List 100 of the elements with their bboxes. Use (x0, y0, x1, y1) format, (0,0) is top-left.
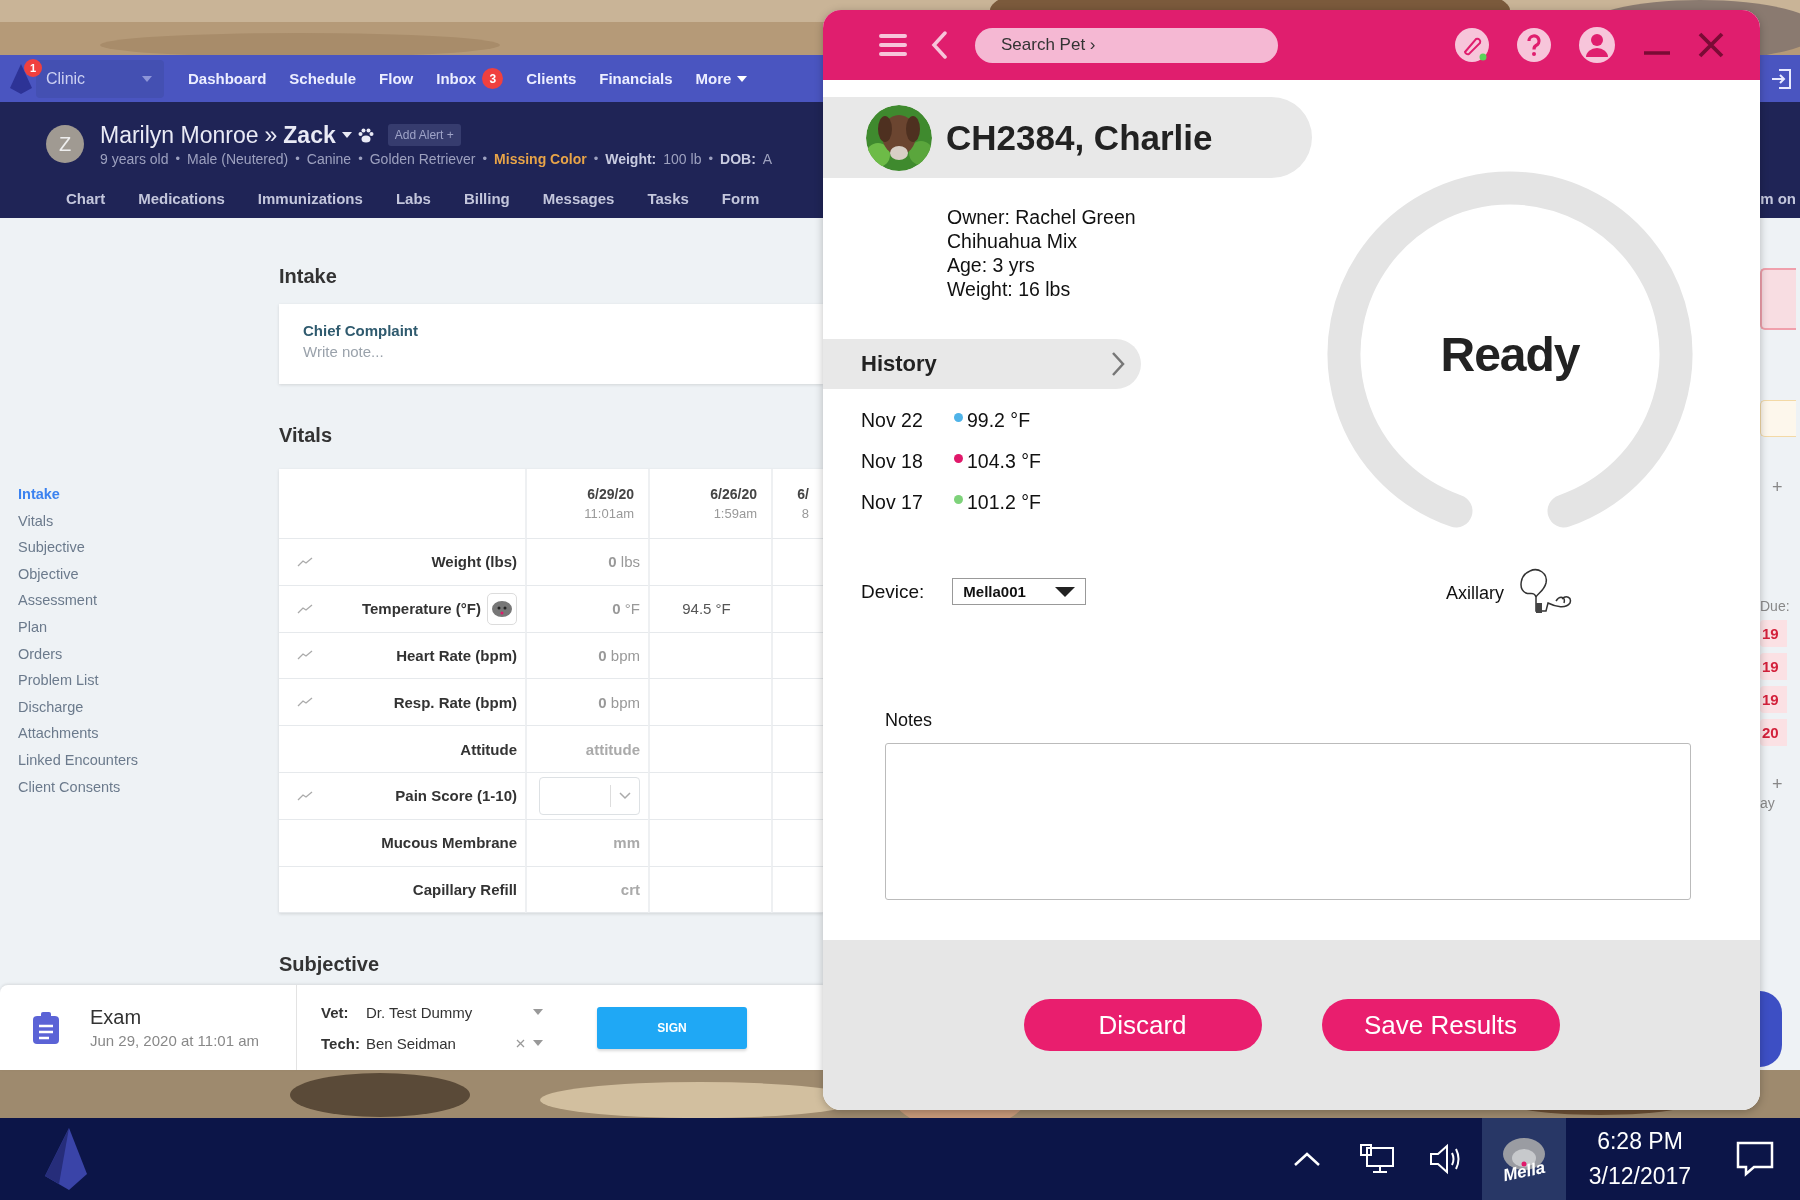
patient-detail: Golden Retriever (369, 150, 476, 167)
record-tab[interactable]: Tasks (647, 189, 689, 207)
tray-logo-text: Mella (1501, 1157, 1547, 1187)
vet-select[interactable]: Dr. Test Dummy (365, 1003, 510, 1021)
dog-face-icon (491, 599, 513, 618)
detail-label: DOB: (720, 150, 756, 167)
patient-detail: A (762, 150, 773, 167)
record-tab[interactable]: Medications (138, 189, 225, 207)
add-alert-button[interactable]: Add Alert + (387, 124, 461, 146)
vital-value: 0 bpm (598, 647, 640, 664)
caret-icon (737, 75, 748, 82)
record-tab[interactable]: Billing (463, 189, 510, 207)
section-title: Vitals (279, 424, 333, 447)
notes-field[interactable] (885, 743, 1691, 900)
caret-icon (341, 132, 352, 138)
vital-value: 0 °F (612, 600, 640, 618)
nav-link[interactable]: Financials (599, 70, 673, 87)
pet-name: CH2384, Charlie (946, 117, 1213, 158)
bullet: • (358, 151, 363, 166)
encounter-date: Jun 29, 2020 at 11:01 am (90, 1032, 259, 1049)
nav-link[interactable]: More (695, 70, 748, 87)
caret-icon (533, 1009, 543, 1015)
nav-link[interactable]: Flow (379, 70, 414, 87)
back-icon[interactable] (931, 31, 947, 59)
add-icon[interactable]: + (1772, 477, 1783, 498)
notification-badge: 1 (24, 58, 42, 77)
record-tab[interactable]: Labs (395, 189, 431, 207)
nav-link[interactable]: Clients (526, 70, 577, 87)
status-text: Ready (1440, 326, 1580, 382)
caret-icon (1055, 586, 1076, 597)
app-logo[interactable] (45, 1128, 87, 1190)
separator: » (264, 121, 278, 149)
section-link[interactable]: Client Consents (18, 773, 279, 801)
encounter-title: Exam (90, 1006, 143, 1029)
pet-info: Weight: 16 lbs (947, 277, 1072, 301)
alert-card (1760, 268, 1796, 330)
due-date: 20 (1760, 719, 1787, 746)
record-tab[interactable]: Messages (542, 189, 615, 207)
record-tab[interactable]: Chart (66, 189, 106, 207)
nav-link[interactable]: Inbox 3 (436, 68, 504, 89)
record-tab[interactable]: Immunizations (257, 189, 363, 207)
menu-icon[interactable] (879, 34, 907, 56)
clear-icon[interactable] (516, 1038, 525, 1048)
field-label: Chief Complaint (303, 322, 419, 339)
tech-select[interactable]: Ben Seidman (365, 1034, 510, 1052)
due-label: Due: (1760, 598, 1790, 614)
tech-label: Tech: (321, 1034, 360, 1052)
patient-detail: Missing Color (494, 150, 587, 167)
nav-link[interactable]: Schedule (289, 70, 357, 87)
avatar: Z (46, 125, 84, 163)
help-icon[interactable] (1516, 27, 1552, 63)
section-link[interactable]: Discharge (18, 693, 279, 721)
section-link[interactable]: Attachments (18, 720, 279, 747)
section-link[interactable]: Linked Encounters (18, 746, 279, 774)
owner-name: Marilyn Monroe (100, 121, 259, 149)
section-link[interactable]: Plan (18, 613, 279, 641)
sign-button[interactable]: SIGN (597, 1006, 747, 1049)
nav-link[interactable]: Dashboard (188, 70, 267, 87)
device-button[interactable] (487, 592, 517, 625)
vital-value: 0 lbs (608, 553, 640, 571)
bullet: • (295, 151, 300, 166)
section-link[interactable]: Intake (18, 481, 279, 508)
column-time: 8 (801, 506, 809, 521)
logout-icon[interactable] (1770, 68, 1792, 89)
column-date: 6/29/20 (587, 486, 634, 502)
section-link[interactable]: Subjective (18, 534, 279, 561)
search-field[interactable]: Search Pet › (975, 27, 1278, 63)
add-icon[interactable]: + (1772, 774, 1783, 795)
bullet: • (593, 151, 599, 166)
section-link[interactable]: Problem List (18, 667, 279, 694)
column-date: 6/26/20 (710, 486, 757, 502)
clipboard-icon (32, 1011, 60, 1044)
clinic-select[interactable]: Clinic (36, 59, 164, 98)
temperature-reading: 101.2 °F (967, 491, 1041, 514)
section-title: Subjective (279, 953, 381, 977)
history-date: Nov 22 (861, 409, 924, 432)
section-link[interactable]: Vitals (18, 507, 279, 535)
floating-button[interactable] (1760, 991, 1782, 1067)
pet-name[interactable]: Zack (283, 121, 336, 149)
section-link[interactable]: Assessment (18, 587, 279, 614)
text-fragment: ay (1760, 795, 1775, 811)
save-button[interactable]: Save Results (1321, 999, 1560, 1051)
patient-detail: 9 years old (100, 150, 169, 167)
pet-info: Owner: Rachel Green (947, 205, 1137, 229)
detail-label: Weight: (605, 150, 657, 167)
discard-button[interactable]: Discard (1023, 999, 1262, 1051)
notes-label: Notes (885, 710, 934, 731)
section-link[interactable]: Objective (18, 560, 279, 588)
chevron-down-icon (619, 791, 631, 800)
tab-fragment[interactable]: m on (1760, 189, 1796, 207)
section-link[interactable]: Orders (18, 640, 279, 668)
history-button[interactable]: History (823, 339, 1141, 389)
user-icon[interactable] (1578, 26, 1616, 64)
device-select[interactable]: Mella001 (952, 578, 1087, 605)
close-icon[interactable] (1698, 32, 1724, 58)
record-tab[interactable]: Form (721, 189, 760, 207)
pet-info: Age: 3 yrs (947, 253, 1036, 277)
patient-detail: Male (Neutered) (187, 150, 289, 167)
temperature-reading: 104.3 °F (967, 450, 1041, 473)
row-label: Pain Score (1-10) (395, 787, 517, 805)
